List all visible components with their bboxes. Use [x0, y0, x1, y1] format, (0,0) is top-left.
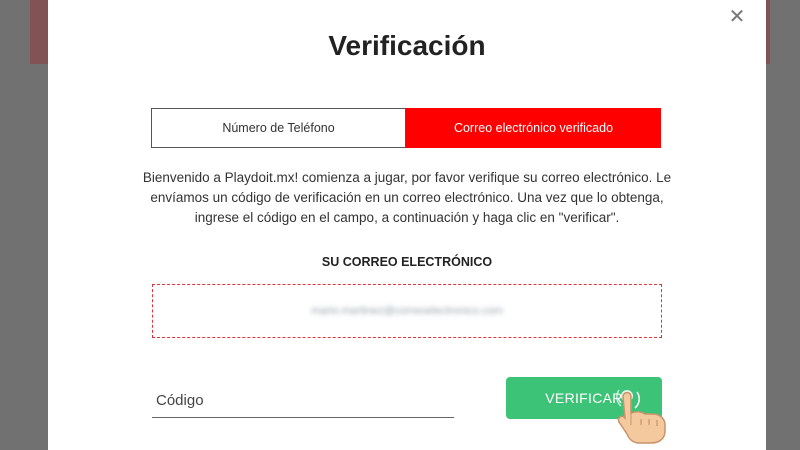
code-input[interactable]	[152, 384, 454, 418]
verification-modal: ✕ Verificación Número de Teléfono Correo…	[48, 0, 766, 450]
email-field[interactable]: mario.martinez@correoelectronico.com	[152, 284, 662, 338]
pointing-hand-icon	[617, 391, 666, 444]
tab-email-verified[interactable]: Correo electrónico verificado	[406, 108, 661, 148]
tab-phone-number[interactable]: Número de Teléfono	[151, 108, 406, 148]
email-value: mario.martinez@correoelectronico.com	[310, 305, 504, 317]
modal-title: Verificación	[328, 30, 486, 61]
close-icon[interactable]: ✕	[728, 7, 746, 27]
instructions-text: Bienvenido a Playdoit.mx! comienza a jug…	[142, 170, 672, 225]
email-label: SU CORREO ELECTRÓNICO	[321, 255, 493, 269]
verification-tabs: Número de Teléfono Correo electrónico ve…	[151, 108, 661, 148]
